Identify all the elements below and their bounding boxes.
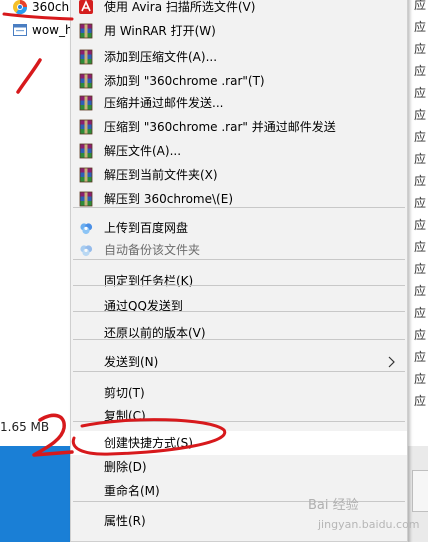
menu-separator [73, 259, 405, 260]
scrollbar-thumb[interactable] [412, 470, 428, 512]
file-type-cell: 应 [414, 196, 427, 210]
menu-item-pin-taskbar[interactable]: 固定到任务栏(K) [71, 269, 407, 293]
menu-item-label: 还原以前的版本(V) [104, 326, 206, 340]
winrar-icon [79, 167, 93, 183]
status-bar-selection [0, 446, 80, 542]
menu-item-upload-baidu[interactable]: 上传到百度网盘 [71, 216, 407, 240]
file-type-cell: 应 [414, 86, 427, 100]
file-type-cell: 应 [414, 152, 427, 166]
menu-separator [73, 285, 405, 286]
file-type-cell: 应 [414, 306, 427, 320]
winrar-icon [79, 23, 93, 39]
menu-separator [73, 421, 405, 422]
file-type-cell: 应 [414, 284, 427, 298]
menu-item-add-to-rar[interactable]: 添加到 "360chrome .rar"(T) [71, 69, 407, 93]
menu-item-label: 解压到当前文件夹(X) [104, 168, 218, 182]
file-type-cell: 应 [414, 42, 427, 56]
menu-item-extract-here[interactable]: 解压到当前文件夹(X) [71, 163, 407, 187]
file-type-cell: 应 [414, 394, 427, 408]
menu-separator [73, 207, 405, 208]
file-type-cell: 应 [414, 64, 427, 78]
menu-item-add-to-archive[interactable]: 添加到压缩文件(A)... [71, 45, 407, 69]
menu-item-scan-avira[interactable]: 使用 Avira 扫描所选文件(V) [71, 0, 407, 19]
winrar-icon [79, 191, 93, 207]
avira-icon [79, 0, 93, 14]
menu-separator [73, 311, 405, 312]
menu-item-label: 上传到百度网盘 [104, 221, 189, 235]
status-size: 1.65 MB [0, 420, 50, 434]
watermark: Bai 经验 [308, 498, 359, 513]
file-type-cell: 应 [414, 240, 427, 254]
file-type-cell: 应 [414, 350, 427, 364]
file-type-cell: 应 [414, 174, 427, 188]
menu-separator [73, 371, 405, 372]
menu-item-compress-email[interactable]: 压缩并通过邮件发送... [71, 91, 407, 115]
menu-item-label: 用 WinRAR 打开(W) [104, 24, 216, 38]
menu-item-open-winrar[interactable]: 用 WinRAR 打开(W) [71, 19, 407, 43]
menu-item-label: 属性(R) [104, 514, 146, 528]
file-type-cell: 应 [414, 262, 427, 276]
winrar-icon [79, 73, 93, 89]
menu-item-label: 剪切(T) [104, 386, 145, 400]
file-type-cell: 应 [414, 218, 427, 232]
baidu-netdisk-icon [80, 223, 93, 235]
menu-item-delete[interactable]: 删除(D) [71, 455, 407, 479]
menu-item-label: 添加到压缩文件(A)... [104, 50, 218, 64]
file-type-cell: 应 [414, 108, 427, 122]
winrar-icon [79, 49, 93, 65]
menu-item-label: 固定到任务栏(K) [104, 274, 194, 288]
menu-item-label: 解压文件(A)... [104, 144, 182, 158]
menu-item-label: 使用 Avira 扫描所选文件(V) [104, 0, 256, 14]
menu-item-create-shortcut[interactable]: 创建快捷方式(S) [71, 431, 407, 455]
menu-item-label: 通过QQ发送到 [104, 299, 183, 313]
watermark-url: jingyan.baidu.com [318, 518, 420, 531]
chrome-360-icon [13, 0, 28, 15]
menu-item-compress-rar-email[interactable]: 压缩到 "360chrome .rar" 并通过邮件发送 [71, 115, 407, 139]
exe-file-icon [13, 24, 27, 36]
file-type-cell: 应 [414, 130, 427, 144]
menu-item-label: 删除(D) [104, 460, 147, 474]
file-type-cell: 应 [414, 328, 427, 342]
menu-item-cut[interactable]: 剪切(T) [71, 381, 407, 405]
menu-item-label: 创建快捷方式(S) [104, 436, 193, 450]
chevron-right-icon [388, 356, 395, 368]
menu-separator [73, 339, 405, 340]
file-type-cell: 应 [414, 0, 427, 12]
menu-item-restore-versions[interactable]: 还原以前的版本(V) [71, 321, 407, 345]
context-menu: 使用 Avira 扫描所选文件(V) 用 WinRAR 打开(W) 添加到压缩文件(… [70, 0, 408, 542]
winrar-icon [79, 143, 93, 159]
menu-item-send-via-qq[interactable]: 通过QQ发送到 [71, 294, 407, 318]
baidu-netdisk-icon [80, 245, 93, 257]
menu-item-copy[interactable]: 复制(C) [71, 404, 407, 428]
file-type-cell: 应 [414, 20, 427, 34]
menu-item-label: 添加到 "360chrome .rar"(T) [104, 74, 265, 88]
menu-item-label: 重命名(M) [104, 484, 160, 498]
file-type-cell: 应 [414, 372, 427, 386]
menu-item-label: 压缩并通过邮件发送... [104, 96, 224, 110]
winrar-icon [79, 95, 93, 111]
menu-item-label: 复制(C) [104, 409, 146, 423]
winrar-icon [79, 119, 93, 135]
menu-item-extract-files[interactable]: 解压文件(A)... [71, 139, 407, 163]
menu-item-label: 压缩到 "360chrome .rar" 并通过邮件发送 [104, 120, 336, 134]
